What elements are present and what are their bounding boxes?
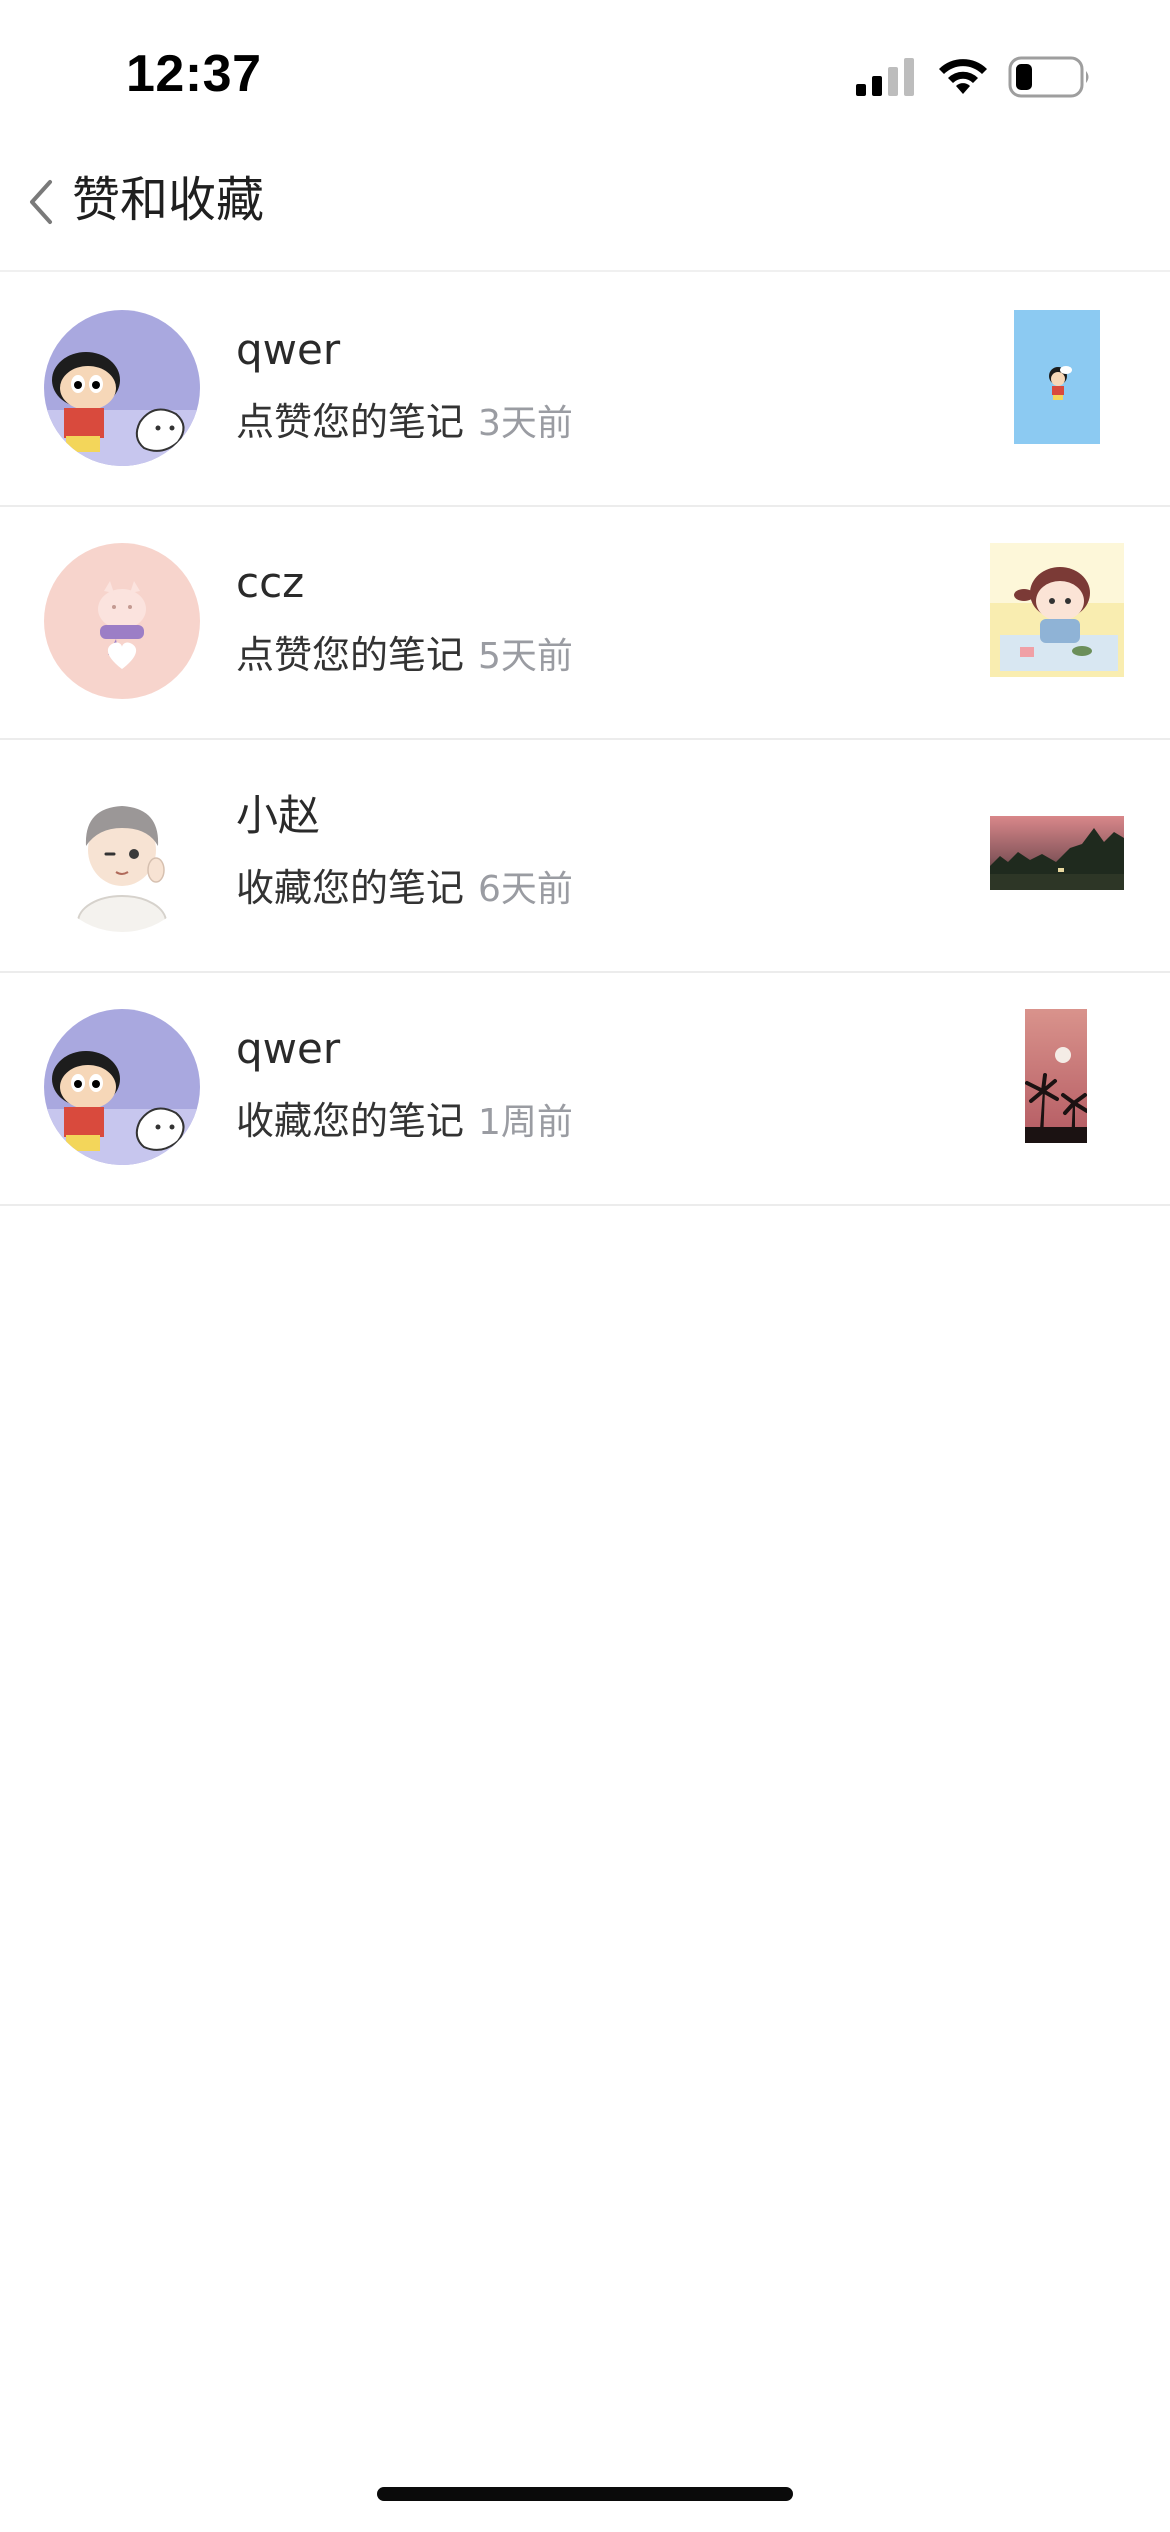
screen: 12:37 赞和收藏 qwer 点赞您的笔记 3天前 ccz 点赞您的笔记 5天…: [0, 0, 1170, 2532]
time-text: 1周前: [478, 1102, 573, 1143]
action-text: 收藏您的笔记: [236, 1099, 465, 1143]
chevron-left-icon: [30, 180, 52, 224]
time-text: 5天前: [478, 636, 573, 677]
pink-pig-avatar[interactable]: [44, 543, 200, 699]
user-name[interactable]: qwer: [236, 1021, 340, 1077]
action-text: 点赞您的笔记: [236, 633, 465, 677]
user-name[interactable]: 小赵: [236, 788, 320, 844]
notification-row[interactable]: 小赵 收藏您的笔记 6天前: [0, 740, 1170, 973]
back-button[interactable]: [12, 168, 68, 236]
time-text: 6天前: [478, 869, 573, 910]
status-time: 12:37: [126, 45, 262, 103]
user-name[interactable]: qwer: [236, 322, 340, 378]
blue-cartoon-note-thumbnail[interactable]: [1014, 310, 1100, 444]
dusk-forest-note-thumbnail[interactable]: [990, 816, 1124, 890]
time-text: 3天前: [478, 403, 573, 444]
notification-detail: 收藏您的笔记 6天前: [236, 860, 573, 918]
cartoon-boy-dog-avatar[interactable]: [44, 1009, 200, 1165]
user-name[interactable]: ccz: [236, 555, 304, 611]
notification-detail: 点赞您的笔记 3天前: [236, 394, 573, 452]
status-bar: 12:37: [0, 0, 1170, 150]
notification-detail: 点赞您的笔记 5天前: [236, 627, 573, 685]
wifi-icon: [939, 59, 987, 94]
notification-row[interactable]: qwer 收藏您的笔记 1周前: [0, 973, 1170, 1206]
palm-sunset-note-thumbnail[interactable]: [1025, 1009, 1087, 1143]
notification-row[interactable]: qwer 点赞您的笔记 3天前: [0, 274, 1170, 507]
nav-bar: 赞和收藏: [0, 150, 1170, 272]
action-text: 点赞您的笔记: [236, 400, 465, 444]
boy-waving-avatar[interactable]: [44, 776, 200, 932]
cellular-signal-icon: [856, 58, 914, 96]
notification-row[interactable]: ccz 点赞您的笔记 5天前: [0, 507, 1170, 740]
home-indicator[interactable]: [377, 2487, 793, 2501]
action-text: 收藏您的笔记: [236, 866, 465, 910]
page-title: 赞和收藏: [72, 172, 265, 228]
battery-icon: [1008, 56, 1089, 98]
notification-list: qwer 点赞您的笔记 3天前 ccz 点赞您的笔记 5天前 小赵 收藏您的笔记…: [0, 274, 1170, 1206]
notification-detail: 收藏您的笔记 1周前: [236, 1093, 573, 1151]
cartoon-boy-dog-avatar[interactable]: [44, 310, 200, 466]
cartoon-girl-note-thumbnail[interactable]: [990, 543, 1124, 677]
